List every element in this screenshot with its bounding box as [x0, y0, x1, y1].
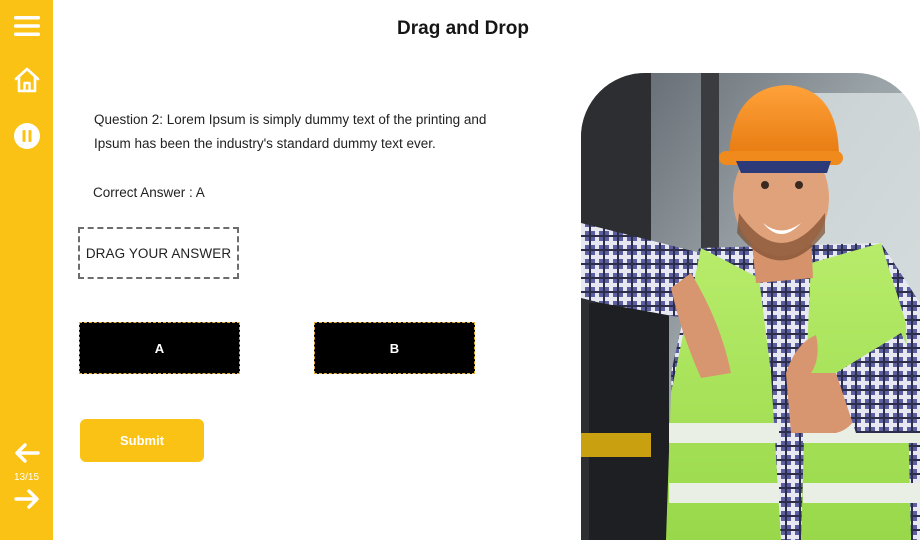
page-title: Drag and Drop	[397, 18, 529, 39]
submit-button[interactable]: Submit	[80, 419, 204, 462]
arrow-left-icon[interactable]	[0, 440, 53, 466]
home-icon[interactable]	[0, 64, 53, 96]
progress-counter: 13/15	[13, 472, 40, 483]
correct-answer-text: Correct Answer : A	[93, 185, 205, 200]
worker-photo	[581, 73, 920, 540]
option-a-draggable[interactable]: A	[79, 322, 240, 374]
arrow-right-icon[interactable]	[0, 486, 53, 512]
question-text: Question 2: Lorem Ipsum is simply dummy …	[94, 112, 487, 151]
option-b-draggable[interactable]: B	[314, 322, 475, 374]
answer-drop-zone[interactable]: DRAG YOUR ANSWER	[78, 227, 239, 279]
sidebar: 13/15	[0, 0, 53, 540]
pause-icon[interactable]	[0, 120, 53, 152]
hamburger-menu-icon[interactable]	[0, 12, 53, 40]
